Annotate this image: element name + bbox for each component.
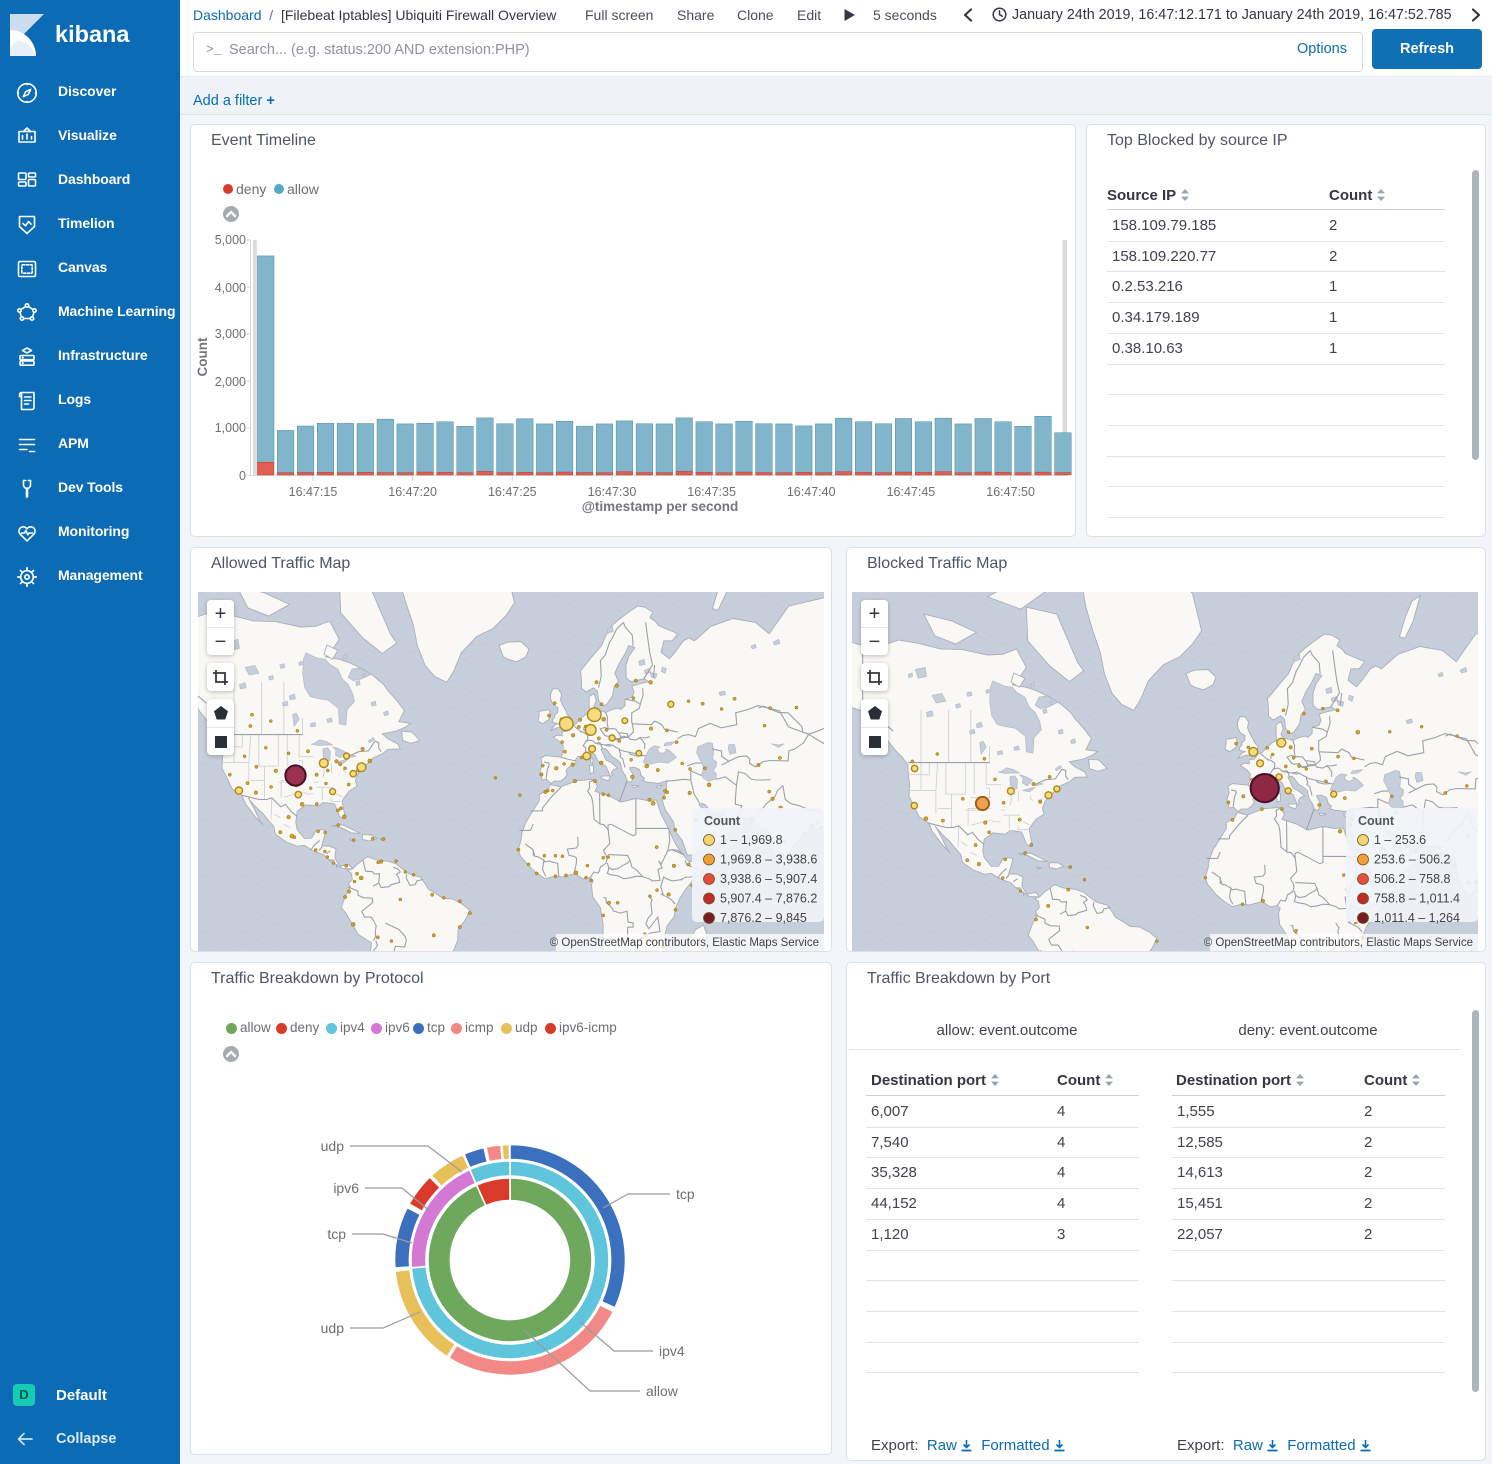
svg-text:16:47:20: 16:47:20 — [388, 485, 437, 499]
svg-text:2,000: 2,000 — [215, 375, 246, 389]
svg-text:16:47:25: 16:47:25 — [488, 485, 537, 499]
svg-text:© OpenStreetMap contributors,: © OpenStreetMap contributors, Elastic Ma… — [1204, 937, 1473, 949]
svg-text:tcp: tcp — [327, 1226, 346, 1242]
svg-text:16:47:40: 16:47:40 — [787, 485, 836, 499]
svg-text:758.8 – 1,011.4: 758.8 – 1,011.4 — [1374, 892, 1460, 906]
svg-text:udp: udp — [321, 1320, 345, 1336]
svg-text:ipv6: ipv6 — [333, 1180, 359, 1196]
svg-text:Count: Count — [1358, 814, 1395, 828]
svg-text:7,876.2 – 9,845: 7,876.2 – 9,845 — [720, 911, 807, 925]
svg-text:16:47:15: 16:47:15 — [289, 485, 338, 499]
svg-text:allow: allow — [646, 1383, 679, 1399]
svg-text:4,000: 4,000 — [215, 281, 246, 295]
svg-text:Count: Count — [195, 337, 210, 376]
svg-text:253.6 – 506.2: 253.6 – 506.2 — [1374, 853, 1451, 867]
svg-text:16:47:35: 16:47:35 — [687, 485, 736, 499]
svg-text:1,000: 1,000 — [215, 421, 246, 435]
svg-text:1 – 253.6: 1 – 253.6 — [1374, 833, 1426, 847]
svg-text:16:47:30: 16:47:30 — [588, 485, 637, 499]
svg-text:0: 0 — [239, 469, 246, 483]
svg-text:16:47:45: 16:47:45 — [887, 485, 936, 499]
svg-text:tcp: tcp — [676, 1186, 695, 1202]
svg-text:1 – 1,969.8: 1 – 1,969.8 — [720, 833, 783, 847]
svg-text:udp: udp — [321, 1138, 345, 1154]
svg-text:506.2 – 758.8: 506.2 – 758.8 — [1374, 872, 1451, 886]
svg-text:5,000: 5,000 — [215, 233, 246, 247]
svg-text:3,938.6 – 5,907.4: 3,938.6 – 5,907.4 — [720, 872, 817, 886]
svg-text:© OpenStreetMap contributors,: © OpenStreetMap contributors, Elastic Ma… — [550, 937, 819, 949]
svg-text:5,907.4 – 7,876.2: 5,907.4 – 7,876.2 — [720, 892, 817, 906]
svg-text:ipv4: ipv4 — [659, 1343, 685, 1359]
svg-text:16:47:50: 16:47:50 — [986, 485, 1035, 499]
svg-text:1,969.8 – 3,938.6: 1,969.8 – 3,938.6 — [720, 853, 817, 867]
svg-text:Count: Count — [704, 814, 741, 828]
svg-text:@timestamp per second: @timestamp per second — [582, 499, 738, 514]
svg-text:3,000: 3,000 — [215, 327, 246, 341]
svg-text:1,011.4 – 1,264: 1,011.4 – 1,264 — [1374, 911, 1460, 925]
